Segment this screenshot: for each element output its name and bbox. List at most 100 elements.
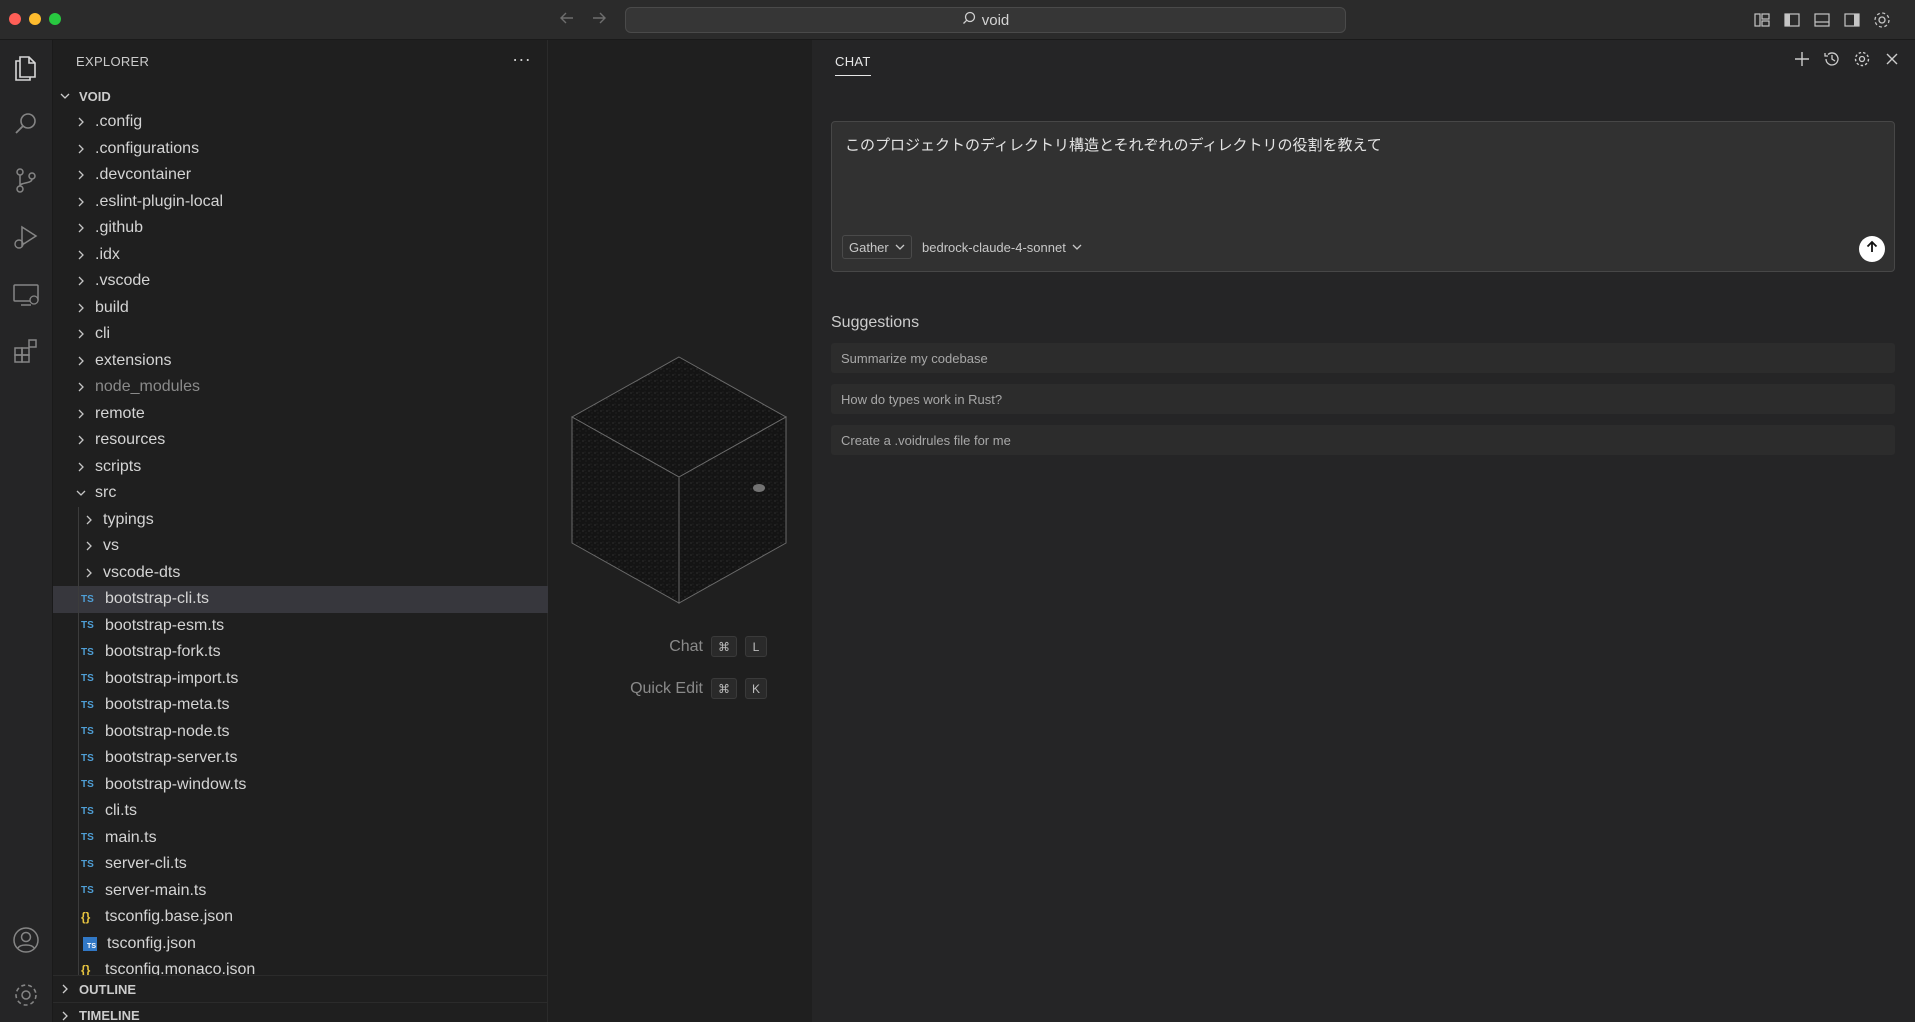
indent-guide — [78, 692, 79, 719]
chat-input-box[interactable]: このプロジェクトのディレクトリ構造とそれぞれのディレクトリの役割を教えて Gat… — [831, 121, 1895, 272]
chevron-right-icon — [81, 512, 97, 528]
file-row[interactable]: TS server-cli.ts — [53, 851, 548, 878]
manage-gear-icon[interactable] — [10, 979, 42, 1011]
folder-row[interactable]: scripts — [53, 454, 548, 481]
chevron-down-icon — [57, 88, 73, 104]
new-chat-plus-icon[interactable] — [1793, 50, 1811, 68]
file-row[interactable]: TS bootstrap-import.ts — [53, 665, 548, 692]
chat-shortcut-hint: Chat ⌘ L — [669, 636, 767, 657]
command-center-search[interactable]: void — [625, 7, 1346, 33]
chevron-right-icon — [73, 379, 89, 395]
typescript-file-icon: TS — [81, 593, 94, 605]
indent-guide — [78, 745, 79, 772]
toggle-primary-sidebar-icon[interactable] — [1782, 10, 1802, 30]
close-window-button[interactable] — [9, 13, 21, 25]
folder-row[interactable]: .configurations — [53, 136, 548, 163]
folder-row[interactable]: .idx — [53, 242, 548, 269]
file-tree: .config .configurations .devcontainer .esli… — [53, 109, 548, 975]
extensions-icon[interactable] — [10, 335, 42, 367]
maximize-window-button[interactable] — [49, 13, 61, 25]
folder-row[interactable]: remote — [53, 401, 548, 428]
typescript-file-icon: TS — [81, 673, 94, 685]
tree-item-label: bootstrap-window.ts — [105, 775, 247, 793]
toggle-secondary-sidebar-icon[interactable] — [1842, 10, 1862, 30]
sidebar-bottom-sections: OUTLINE TIMELINE — [53, 975, 548, 1022]
chevron-right-icon — [73, 114, 89, 130]
tab-chat[interactable]: CHAT — [835, 54, 871, 76]
tree-item-label: server-cli.ts — [105, 855, 187, 873]
file-row[interactable]: TS tsconfig.json — [53, 930, 548, 957]
file-row[interactable]: {} tsconfig.base.json — [53, 904, 548, 931]
folder-row[interactable]: .eslint-plugin-local — [53, 189, 548, 216]
mode-dropdown[interactable]: Gather — [842, 235, 912, 259]
indent-guide — [78, 798, 79, 825]
file-row[interactable]: TS main.ts — [53, 824, 548, 851]
folder-row[interactable]: vs — [53, 533, 548, 560]
tree-item-label: resources — [95, 431, 166, 449]
source-control-icon[interactable] — [10, 164, 42, 196]
file-row[interactable]: TS bootstrap-node.ts — [53, 718, 548, 745]
file-row[interactable]: TS bootstrap-window.ts — [53, 771, 548, 798]
toggle-panel-icon[interactable] — [1812, 10, 1832, 30]
folder-row[interactable]: resources — [53, 427, 548, 454]
tree-item-label: bootstrap-node.ts — [105, 722, 230, 740]
customize-layout-icon[interactable] — [1752, 10, 1772, 30]
timeline-section-header[interactable]: TIMELINE — [53, 1002, 548, 1022]
typescript-file-icon: TS — [81, 885, 94, 897]
chevron-right-icon — [73, 273, 89, 289]
file-row[interactable]: TS bootstrap-esm.ts — [53, 612, 548, 639]
tree-item-label: .vscode — [95, 272, 151, 290]
close-icon[interactable] — [1883, 50, 1901, 68]
file-row[interactable]: TS bootstrap-server.ts — [53, 745, 548, 772]
folder-row[interactable]: .config — [53, 109, 548, 136]
chevron-right-icon — [73, 432, 89, 448]
suggestion-item[interactable]: How do types work in Rust? — [831, 384, 1895, 414]
typescript-file-icon: TS — [81, 805, 94, 817]
chevron-down-icon — [1072, 240, 1082, 255]
explorer-files-icon[interactable] — [10, 52, 42, 84]
suggestion-item[interactable]: Create a .voidrules file for me — [831, 425, 1895, 455]
folder-row[interactable]: vscode-dts — [53, 559, 548, 586]
tree-item-label: .config — [95, 113, 143, 131]
tree-item-label: bootstrap-server.ts — [105, 749, 238, 767]
chat-input-text[interactable]: このプロジェクトのディレクトリ構造とそれぞれのディレクトリの役割を教えて — [845, 134, 1382, 155]
tree-item-label: cli — [95, 325, 111, 343]
forward-arrow-icon[interactable] — [590, 9, 608, 31]
suggestion-item[interactable]: Summarize my codebase — [831, 343, 1895, 373]
send-button[interactable] — [1859, 236, 1885, 262]
file-row[interactable]: TS cli.ts — [53, 798, 548, 825]
tree-item-label: bootstrap-meta.ts — [105, 696, 230, 714]
search-icon[interactable] — [10, 108, 42, 140]
tree-item-label: bootstrap-esm.ts — [105, 616, 225, 634]
indent-guide — [78, 718, 79, 745]
folder-row[interactable]: node_modules — [53, 374, 548, 401]
folder-row[interactable]: src — [53, 480, 548, 507]
root-folder-header[interactable]: VOID — [53, 83, 548, 109]
chat-settings-gear-icon[interactable] — [1853, 50, 1871, 68]
settings-gear-icon[interactable] — [1872, 10, 1892, 30]
file-row[interactable]: TS bootstrap-meta.ts — [53, 692, 548, 719]
remote-explorer-icon[interactable] — [10, 279, 42, 311]
minimize-window-button[interactable] — [29, 13, 41, 25]
folder-row[interactable]: cli — [53, 321, 548, 348]
indent-guide — [78, 904, 79, 931]
typescript-file-icon: TS — [81, 726, 94, 738]
folder-row[interactable]: .github — [53, 215, 548, 242]
history-icon[interactable] — [1823, 50, 1841, 68]
more-actions-icon[interactable]: ··· — [512, 49, 531, 70]
file-row[interactable]: TS server-main.ts — [53, 877, 548, 904]
file-row[interactable]: TS bootstrap-cli.ts — [53, 586, 548, 613]
account-icon[interactable] — [10, 924, 42, 956]
shortcut-key: ⌘ — [711, 636, 737, 657]
back-arrow-icon[interactable] — [558, 9, 576, 31]
folder-row[interactable]: typings — [53, 506, 548, 533]
run-debug-icon[interactable] — [10, 221, 42, 253]
folder-row[interactable]: build — [53, 295, 548, 322]
model-dropdown[interactable]: bedrock-claude-4-sonnet — [922, 235, 1082, 259]
outline-section-header[interactable]: OUTLINE — [53, 976, 548, 1002]
file-row[interactable]: TS bootstrap-fork.ts — [53, 639, 548, 666]
folder-row[interactable]: extensions — [53, 348, 548, 375]
file-row[interactable]: {} tsconfig.monaco.json — [53, 957, 548, 975]
folder-row[interactable]: .vscode — [53, 268, 548, 295]
folder-row[interactable]: .devcontainer — [53, 162, 548, 189]
